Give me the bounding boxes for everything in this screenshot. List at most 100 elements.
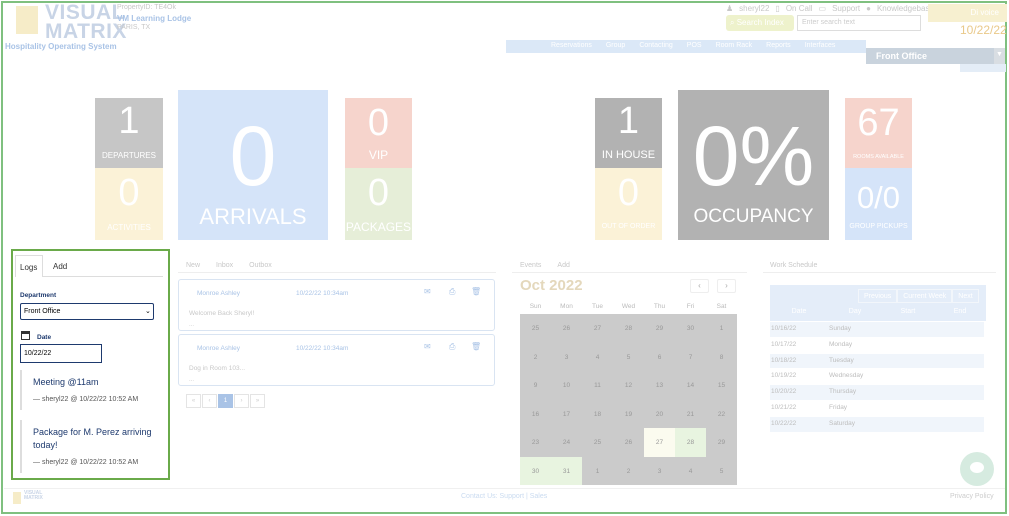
packages-tile[interactable]: 0 PACKAGES — [345, 168, 412, 240]
support-link[interactable]: Support — [832, 4, 860, 13]
calendar-day[interactable]: 1 — [706, 314, 737, 343]
reply-icon[interactable]: ✉ — [424, 342, 431, 351]
calendar-day[interactable]: 19 — [613, 399, 644, 428]
calendar-day[interactable]: 17 — [551, 399, 582, 428]
calendar-day[interactable]: 20 — [644, 399, 675, 428]
pager-page[interactable]: 1 — [218, 394, 233, 408]
nav-interfaces[interactable]: Interfaces — [805, 42, 836, 49]
tab-inbox[interactable]: Inbox — [216, 262, 233, 269]
calendar-day[interactable]: 26 — [613, 428, 644, 457]
pager-prev[interactable]: ‹ — [202, 394, 217, 408]
calendar-day[interactable]: 27 — [582, 314, 613, 343]
calendar-day[interactable]: 1 — [582, 456, 613, 485]
calendar-day[interactable]: 21 — [675, 399, 706, 428]
calendar-day[interactable]: 24 — [551, 428, 582, 457]
calendar-day[interactable]: 2 — [613, 456, 644, 485]
nav-pos[interactable]: POS — [687, 42, 702, 49]
calendar-day[interactable]: 4 — [675, 456, 706, 485]
calendar-day[interactable]: 31 — [551, 456, 582, 485]
departures-tile[interactable]: 1 DEPARTURES — [95, 98, 163, 168]
user-tab[interactable]: Di voice — [928, 4, 1007, 22]
group-pickups-tile[interactable]: 0/0 GROUP PICKUPS — [845, 168, 912, 240]
calendar-day[interactable]: 23 — [520, 428, 551, 457]
search-input[interactable]: Enter search text — [797, 15, 921, 31]
calendar-day[interactable]: 16 — [520, 399, 551, 428]
privacy-policy-link[interactable]: Privacy Policy — [950, 493, 994, 500]
calendar-day[interactable]: 3 — [644, 456, 675, 485]
calendar-day[interactable]: 5 — [706, 456, 737, 485]
pager-last[interactable]: » — [250, 394, 265, 408]
calendar-prev-button[interactable]: ‹ — [690, 279, 709, 293]
calendar-day[interactable]: 28 — [675, 428, 706, 457]
calendar-day[interactable]: 10 — [551, 371, 582, 400]
next-week-button[interactable]: Next — [952, 289, 979, 303]
calendar-day[interactable]: 30 — [520, 456, 551, 485]
knowledgebase-link[interactable]: Knowledgebase — [877, 4, 934, 13]
message-card[interactable]: Monroe Ashley 10/22/22 10:34am ✉ ⎙ 🗑 Dog… — [178, 334, 495, 386]
footer-contact-links[interactable]: Contact Us: Support | Sales — [461, 493, 547, 500]
calendar-day[interactable]: 30 — [675, 314, 706, 343]
vip-tile[interactable]: 0 VIP — [345, 98, 412, 168]
calendar-day[interactable]: 8 — [706, 342, 737, 371]
pager-next[interactable]: › — [234, 394, 249, 408]
nav-room-rack[interactable]: Room Rack — [716, 42, 753, 49]
in-house-tile[interactable]: 1 IN HOUSE — [595, 98, 662, 168]
calendar-day[interactable]: 25 — [582, 428, 613, 457]
calendar-day[interactable]: 9 — [520, 371, 551, 400]
calendar-day[interactable]: 2 — [520, 342, 551, 371]
calendar-day[interactable]: 6 — [644, 342, 675, 371]
message-card[interactable]: Monroe Ashley 10/22/22 10:34am ✉ ⎙ 🗑 Wel… — [178, 279, 495, 331]
on-call-link[interactable]: On Call — [786, 4, 813, 13]
reply-icon[interactable]: ✉ — [424, 287, 431, 296]
nav-contacting[interactable]: Contacting — [639, 42, 672, 49]
tab-add-event[interactable]: Add — [557, 262, 569, 269]
calendar-day[interactable]: 13 — [644, 371, 675, 400]
calendar-day[interactable]: 28 — [613, 314, 644, 343]
calendar-day[interactable]: 14 — [675, 371, 706, 400]
date-field[interactable]: 10/22/22 — [20, 344, 102, 363]
nav-reservations[interactable]: Reservations — [551, 42, 592, 49]
calendar-day[interactable]: 5 — [613, 342, 644, 371]
activities-tile[interactable]: 0 ACTIVITIES — [95, 168, 163, 240]
out-of-order-tile[interactable]: 0 OUT OF ORDER — [595, 168, 662, 240]
calendar-day[interactable]: 3 — [551, 342, 582, 371]
tab-events[interactable]: Events — [520, 262, 541, 269]
user-link[interactable]: sheryl22 — [739, 4, 769, 13]
print-icon[interactable]: ⎙ — [449, 287, 455, 297]
tab-work-schedule[interactable]: Work Schedule — [770, 262, 817, 269]
chevron-down-icon[interactable]: ▼ — [994, 48, 1005, 64]
rooms-available-tile[interactable]: 67 ROOMS AVAILABLE — [845, 98, 912, 168]
calendar-day[interactable]: 25 — [520, 314, 551, 343]
search-button[interactable]: ⌕ Search Index — [726, 15, 794, 31]
calendar-day[interactable]: 18 — [582, 399, 613, 428]
department-tab[interactable]: Front Office — [866, 48, 994, 64]
log-entry[interactable]: Meeting @11am — sheryl22 @ 10/22/22 10:5… — [20, 370, 160, 410]
calendar-day[interactable]: 29 — [706, 428, 737, 457]
calendar-day-today[interactable]: 27 — [644, 428, 675, 457]
tab-outbox[interactable]: Outbox — [249, 262, 272, 269]
occupancy-tile[interactable]: 0% OCCUPANCY — [678, 90, 829, 240]
property-name[interactable]: VM Learning Lodge — [117, 14, 191, 23]
calendar-day[interactable]: 12 — [613, 371, 644, 400]
calendar-day[interactable]: 22 — [706, 399, 737, 428]
nav-reports[interactable]: Reports — [766, 42, 791, 49]
calendar-day[interactable]: 15 — [706, 371, 737, 400]
calendar-next-button[interactable]: › — [717, 279, 736, 293]
calendar-day[interactable]: 7 — [675, 342, 706, 371]
tab-new[interactable]: New — [186, 262, 200, 269]
trash-icon[interactable]: 🗑 — [471, 342, 481, 351]
calendar-day[interactable]: 11 — [582, 371, 613, 400]
print-icon[interactable]: ⎙ — [449, 342, 455, 352]
pager-first[interactable]: « — [186, 394, 201, 408]
calendar-day[interactable]: 29 — [644, 314, 675, 343]
previous-week-button[interactable]: Previous — [858, 289, 898, 303]
arrivals-tile[interactable]: 0 ARRIVALS — [178, 90, 328, 240]
nav-group[interactable]: Group — [606, 42, 625, 49]
department-select[interactable]: Front Office — [20, 303, 154, 320]
calendar-day[interactable]: 4 — [582, 342, 613, 371]
log-entry[interactable]: Package for M. Perez arriving today! — s… — [20, 420, 160, 473]
current-week-button[interactable]: Current Week — [897, 289, 953, 303]
tab-add[interactable]: Add — [53, 262, 67, 271]
tab-logs[interactable]: Logs — [15, 255, 43, 277]
trash-icon[interactable]: 🗑 — [471, 287, 481, 296]
